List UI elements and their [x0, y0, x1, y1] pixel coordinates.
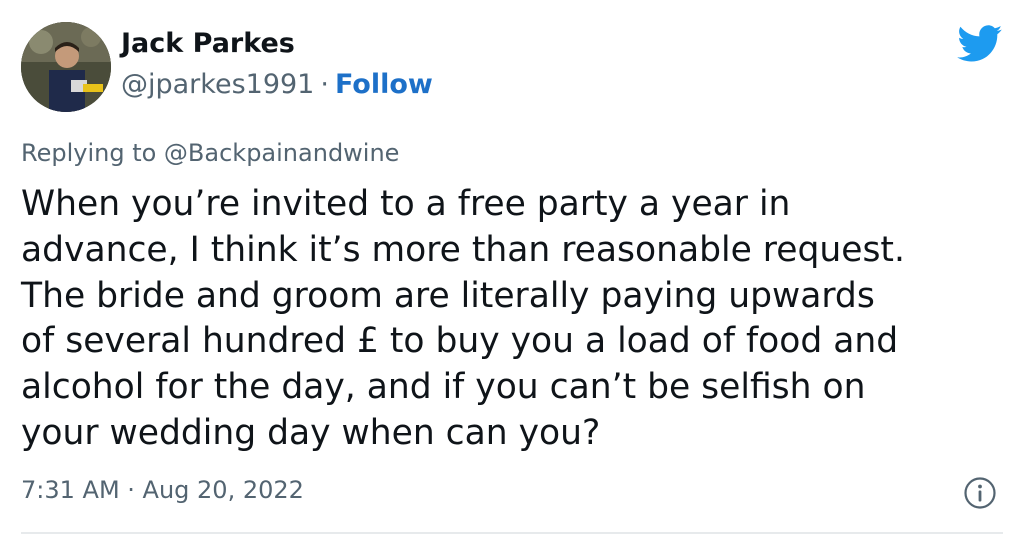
tweet-card: Jack Parkes @jparkes1991 · Follow Replying… [0, 0, 1024, 539]
author-name[interactable]: Jack Parkes [121, 28, 295, 59]
author-handle-row: @jparkes1991 · Follow [121, 69, 433, 100]
avatar[interactable] [21, 22, 111, 112]
tweet-timestamp[interactable]: 7:31 AM · Aug 20, 2022 [21, 476, 304, 504]
info-icon[interactable] [963, 476, 997, 510]
twitter-bird-icon[interactable] [957, 25, 1003, 63]
separator-dot: · [320, 69, 329, 100]
tweet-text: When you’re invited to a free party a ye… [21, 184, 905, 453]
reply-context[interactable]: Replying to @Backpainandwine [21, 139, 399, 167]
author-handle[interactable]: @jparkes1991 [121, 69, 314, 100]
follow-button[interactable]: Follow [335, 69, 433, 100]
bottom-divider [21, 532, 1003, 534]
avatar-photo [21, 22, 111, 112]
